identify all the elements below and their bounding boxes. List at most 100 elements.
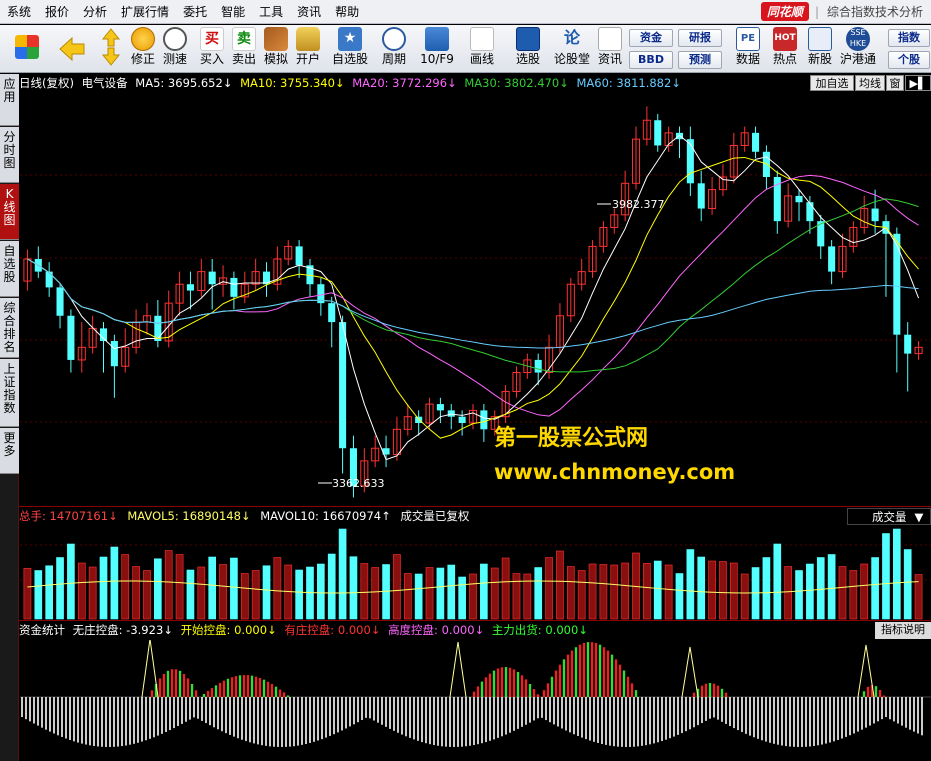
total-volume: 总手: 14707161↓ <box>19 509 118 523</box>
volume-bar <box>816 557 825 620</box>
volume-bar <box>436 567 445 620</box>
capital-header: 资金统计 无庄控盘: -3.923↓ 开始控盘: 0.000↓ 有庄控盘: 0.… <box>19 620 931 640</box>
indicator-dropdown[interactable]: 成交量 ▼ <box>847 508 931 525</box>
volume-bar <box>697 556 706 620</box>
volume-bar <box>208 556 217 620</box>
volume-bar <box>903 549 912 620</box>
mavol5-value: MAVOL5: 16890148↓ <box>127 509 251 523</box>
volume-bar <box>262 565 271 620</box>
volume-bar <box>708 560 716 620</box>
candle-body <box>110 341 118 367</box>
volume-bar <box>871 557 879 620</box>
volume-bar <box>273 557 282 620</box>
candle-body <box>67 315 75 360</box>
volume-bar <box>534 567 543 620</box>
volume-bar <box>338 528 347 620</box>
low-annotation: 3362.633 <box>318 477 385 490</box>
mavol10-value: MAVOL10: 16670974↑ <box>260 509 391 523</box>
volume-bar <box>860 563 869 620</box>
volume-header: 总手: 14707161↓ MAVOL5: 16890148↓ MAVOL10:… <box>19 506 931 526</box>
volume-bar <box>393 554 401 620</box>
has-control-value: 有庄控盘: 0.000↓ <box>284 623 381 637</box>
candle-body <box>828 246 836 272</box>
volume-adjusted-label: 成交量已复权 <box>400 509 470 523</box>
candle-body <box>686 139 694 184</box>
watermark-url: www.chnmoney.com <box>494 460 736 484</box>
volume-bar <box>490 567 499 620</box>
volume-bar <box>56 557 64 620</box>
volume-bar <box>806 563 814 620</box>
candle-body <box>328 303 336 323</box>
volume-bar <box>480 563 488 620</box>
candle-body <box>339 322 347 449</box>
candle-body <box>186 284 194 291</box>
candle-body <box>230 277 238 297</box>
high-control-value: 高度控盘: 0.000↓ <box>388 623 485 637</box>
volume-bar <box>849 570 858 620</box>
volume-bar <box>762 557 771 620</box>
candle-body <box>436 404 444 411</box>
volume-bar <box>545 557 553 620</box>
ma30-line <box>27 198 919 373</box>
capital-title: 资金统计 <box>19 623 65 637</box>
volume-bar <box>469 573 477 620</box>
volume-bar <box>317 563 325 620</box>
candle-body <box>458 416 466 423</box>
volume-bar <box>360 563 369 620</box>
volume-bar <box>99 556 108 620</box>
volume-bar <box>45 565 54 620</box>
candle-body <box>56 287 64 316</box>
volume-bar <box>653 560 662 620</box>
volume-bar <box>686 549 695 620</box>
capital-layer <box>20 638 931 747</box>
volume-bar <box>827 554 836 620</box>
volume-bar <box>740 573 749 620</box>
volume-bar <box>425 567 434 620</box>
volume-bar <box>219 564 227 620</box>
volume-bar <box>643 562 651 620</box>
volume-bar <box>664 564 673 620</box>
candle-body <box>795 195 803 203</box>
volume-bar <box>67 543 75 620</box>
candle-body <box>893 233 901 335</box>
volume-bar <box>599 564 608 620</box>
volume-bar <box>838 566 847 620</box>
volume-layer <box>23 528 923 620</box>
candle-body <box>752 132 760 152</box>
volume-bar <box>230 557 238 620</box>
volume-bar <box>403 573 412 620</box>
volume-bar <box>610 564 619 620</box>
volume-bar <box>349 556 358 620</box>
kline-chart[interactable]: 3982.377 3362.633 <box>0 0 931 761</box>
candle-body <box>45 271 53 288</box>
volume-bar <box>110 546 119 620</box>
indicator-help-button[interactable]: 指标说明 <box>875 622 931 639</box>
volume-bar <box>447 564 456 620</box>
volume-bar <box>197 566 206 620</box>
start-control-value: 开始控盘: 0.000↓ <box>180 623 277 637</box>
candle-body <box>871 208 879 222</box>
candle-body <box>654 120 662 146</box>
volume-bar <box>795 570 803 620</box>
volume-bar <box>121 554 130 620</box>
volume-bar <box>371 567 380 620</box>
signal-spike <box>681 646 699 698</box>
volume-bar <box>577 570 586 620</box>
no-control-value: 无庄控盘: -3.923↓ <box>72 623 173 637</box>
volume-bar <box>88 566 97 620</box>
volume-bar <box>164 550 173 620</box>
volume-bar <box>512 573 521 620</box>
candle-body <box>904 334 912 354</box>
volume-bar <box>458 576 466 620</box>
volume-bar <box>154 558 162 620</box>
volume-bar <box>240 573 249 620</box>
volume-bar <box>414 573 423 620</box>
volume-bar <box>784 566 792 620</box>
volume-bar <box>132 566 140 620</box>
volume-bar <box>23 567 32 620</box>
volume-bar <box>882 533 890 620</box>
volume-bar <box>914 574 923 620</box>
signal-spike <box>449 641 467 698</box>
indicator-dropdown-label: 成交量 <box>872 510 907 524</box>
candle-body <box>534 359 542 373</box>
